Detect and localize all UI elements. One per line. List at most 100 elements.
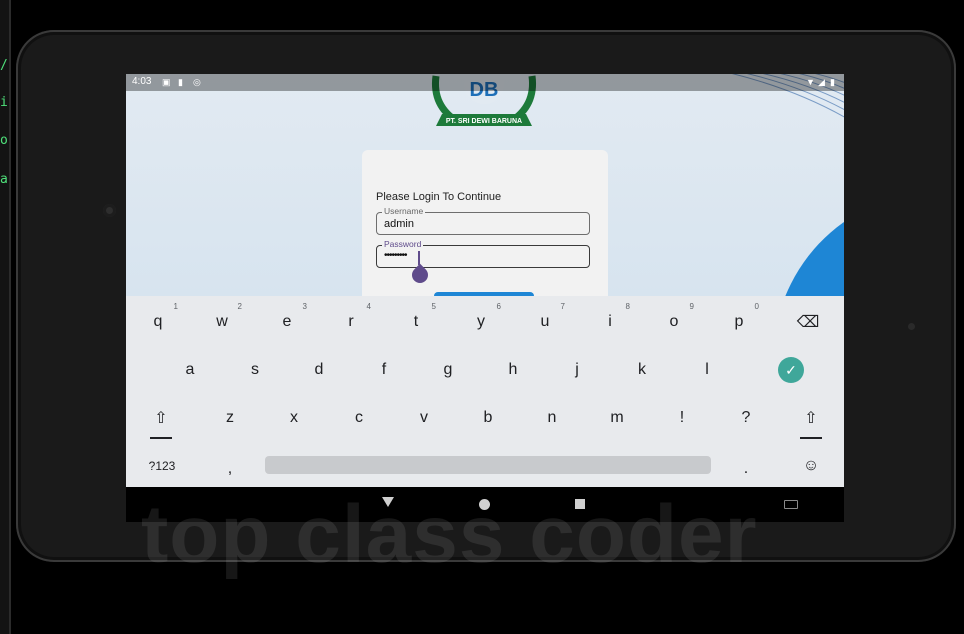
- key-q[interactable]: q1: [138, 302, 178, 340]
- key-t[interactable]: t5: [396, 302, 436, 340]
- code-char: a: [0, 172, 8, 187]
- shift-underline: [150, 437, 172, 439]
- login-prompt: Please Login To Continue: [376, 191, 502, 203]
- key-x[interactable]: x: [274, 400, 314, 436]
- logo-company-name: PT. SRI DEWI BARUNA: [446, 118, 522, 125]
- key-label: l: [705, 361, 709, 378]
- key-s[interactable]: s: [235, 352, 275, 388]
- key-label: o: [669, 313, 679, 330]
- editor-gutter: [9, 0, 11, 634]
- comma-key[interactable]: ,: [210, 451, 250, 487]
- key-label: j: [575, 361, 579, 378]
- device-screen: DB PT. SRI DEWI BARUNA 4:03 ▣ ▮ ◎ ▼ ◢ ▮ …: [126, 74, 844, 522]
- soft-keyboard: q1 w2 e3 r4 t5 y6 u7 i8 o9 p0 ⌫ a s d f …: [126, 296, 844, 487]
- code-char: o: [0, 133, 8, 148]
- key-hint: 6: [496, 302, 501, 311]
- symbols-key[interactable]: ?123: [142, 448, 182, 484]
- key-o[interactable]: o9: [654, 302, 694, 340]
- key-d[interactable]: d: [299, 352, 339, 388]
- key-y[interactable]: y6: [461, 302, 501, 340]
- key-label: !: [679, 409, 685, 426]
- code-char: /: [0, 58, 8, 73]
- key-label: k: [638, 361, 646, 378]
- done-key[interactable]: ✓: [771, 352, 811, 388]
- shift-key-left[interactable]: ⇧: [141, 400, 181, 436]
- key-hint: 1: [173, 302, 178, 311]
- username-field[interactable]: Username admin: [376, 206, 590, 235]
- front-camera: [103, 204, 116, 217]
- key-r[interactable]: r4: [331, 302, 371, 340]
- key-label: b: [483, 409, 493, 426]
- key-z[interactable]: z: [210, 400, 250, 436]
- key-u[interactable]: u7: [525, 302, 565, 340]
- signal-icon: ◢: [818, 77, 825, 87]
- key-question[interactable]: ?: [726, 400, 766, 436]
- emoji-key[interactable]: ☺: [791, 448, 831, 484]
- key-hint: 9: [689, 302, 694, 311]
- wifi-icon: ▼: [806, 77, 815, 87]
- key-b[interactable]: b: [468, 400, 508, 436]
- period-key[interactable]: .: [726, 451, 766, 487]
- sensor-dot: [908, 323, 915, 330]
- password-field[interactable]: Password •••••••••: [376, 239, 590, 268]
- spacebar[interactable]: [265, 456, 711, 474]
- key-label: x: [290, 409, 298, 426]
- key-m[interactable]: m: [597, 400, 637, 436]
- key-f[interactable]: f: [364, 352, 404, 388]
- shift-key-right[interactable]: ⇧: [791, 400, 831, 436]
- key-label: s: [251, 361, 259, 378]
- key-label: a: [185, 361, 195, 378]
- key-a[interactable]: a: [170, 352, 210, 388]
- backspace-key[interactable]: ⌫: [788, 304, 828, 340]
- key-g[interactable]: g: [428, 352, 468, 388]
- key-label: ,: [227, 460, 233, 477]
- checkmark-icon: ✓: [778, 357, 804, 383]
- key-exclamation[interactable]: !: [662, 400, 702, 436]
- key-v[interactable]: v: [404, 400, 444, 436]
- key-label: q: [153, 313, 163, 330]
- shift-underline: [800, 437, 822, 439]
- key-e[interactable]: e3: [267, 302, 307, 340]
- key-k[interactable]: k: [622, 352, 662, 388]
- code-char: i: [0, 95, 8, 110]
- key-n[interactable]: n: [532, 400, 572, 436]
- key-p[interactable]: p0: [719, 302, 759, 340]
- login-card: Please Login To Continue Username admin …: [362, 150, 608, 310]
- status-bar: 4:03 ▣ ▮ ◎ ▼ ◢ ▮: [126, 74, 844, 91]
- key-l[interactable]: l: [687, 352, 727, 388]
- sim-card-icon: ▣: [162, 77, 171, 87]
- key-label: d: [314, 361, 324, 378]
- key-j[interactable]: j: [557, 352, 597, 388]
- key-label: t: [413, 313, 419, 330]
- username-value: admin: [384, 218, 414, 230]
- key-w[interactable]: w2: [202, 302, 242, 340]
- key-label: ?: [741, 409, 751, 426]
- battery-icon: ▮: [830, 77, 835, 87]
- password-label: Password: [382, 239, 424, 249]
- key-h[interactable]: h: [493, 352, 533, 388]
- key-c[interactable]: c: [339, 400, 379, 436]
- key-i[interactable]: i8: [590, 302, 630, 340]
- watermark-text: top class coder: [141, 489, 758, 580]
- emoji-icon: ☺: [802, 457, 820, 474]
- key-label: e: [282, 313, 292, 330]
- key-hint: 2: [237, 302, 242, 311]
- key-label: v: [420, 409, 428, 426]
- keyboard-switch-icon[interactable]: [784, 500, 798, 509]
- shift-icon: ⇧: [804, 410, 818, 427]
- key-label: .: [743, 460, 749, 477]
- backspace-icon: ⌫: [796, 314, 820, 331]
- key-hint: 5: [431, 302, 436, 311]
- password-value: •••••••••: [384, 250, 407, 261]
- key-label: z: [226, 409, 234, 426]
- sync-icon: ◎: [193, 77, 201, 87]
- key-label: ?123: [148, 459, 176, 473]
- key-hint: 8: [625, 302, 630, 311]
- sd-card-icon: ▮: [178, 77, 183, 87]
- key-hint: 7: [560, 302, 565, 311]
- shift-icon: ⇧: [154, 410, 168, 427]
- key-hint: 4: [366, 302, 371, 311]
- decorative-blue-shape: [772, 194, 844, 296]
- key-label: i: [608, 313, 612, 330]
- key-label: r: [348, 313, 354, 330]
